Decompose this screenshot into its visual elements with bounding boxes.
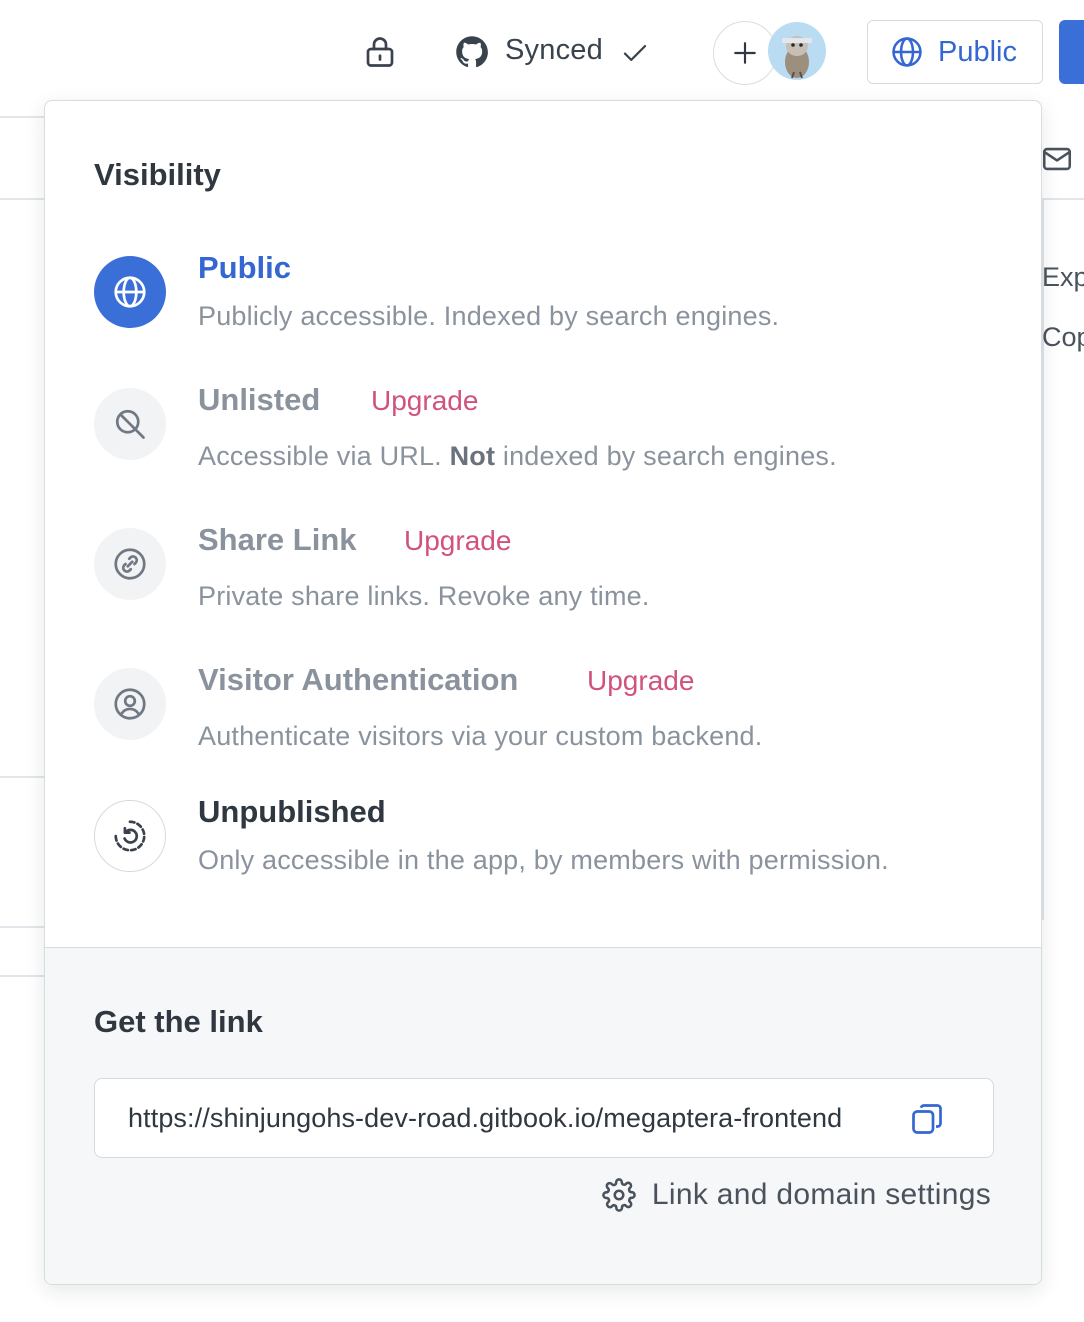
option-icon-wrapper — [94, 256, 166, 328]
visibility-option-public[interactable]: Public Publicly accessible. Indexed by s… — [94, 250, 1014, 336]
option-title: Unlisted — [198, 382, 321, 417]
visibility-popover: Visibility Public Publicly accessible. I… — [44, 100, 1042, 1285]
copy-icon[interactable] — [909, 1101, 945, 1137]
share-url-text[interactable]: https://shinjungohs-dev-road.gitbook.io/… — [128, 1103, 898, 1134]
plus-icon — [734, 42, 756, 64]
option-description: Authenticate visitors via your custom ba… — [198, 721, 763, 751]
revert-icon — [114, 820, 146, 852]
check-icon — [623, 45, 647, 61]
option-description: Private share links. Revoke any time. — [198, 581, 650, 611]
page: Exp Cop Synced — [0, 0, 1084, 1322]
sync-status[interactable]: Synced — [505, 34, 603, 67]
get-link-section: Get the link https://shinjungohs-dev-roa… — [45, 947, 1041, 1284]
popover-title: Visibility — [94, 157, 221, 192]
option-title: Unpublished — [198, 794, 386, 829]
link-domain-settings-button[interactable]: Link and domain settings — [602, 1178, 991, 1212]
option-title: Public — [198, 250, 292, 285]
top-bar: Synced Public — [0, 0, 1084, 104]
search-slash-icon — [115, 409, 145, 439]
gear-icon — [602, 1178, 636, 1212]
globe-icon — [892, 37, 922, 67]
publish-button[interactable] — [1059, 20, 1084, 84]
option-icon-wrapper — [94, 528, 166, 600]
option-description: Accessible via URL. Not indexed by searc… — [198, 441, 837, 472]
user-circle-icon — [114, 688, 146, 720]
description-emphasis: Not — [449, 441, 496, 471]
mail-icon[interactable] — [1040, 142, 1074, 176]
visibility-button[interactable]: Public — [867, 20, 1043, 84]
upgrade-link[interactable]: Upgrade — [587, 665, 694, 697]
option-description: Only accessible in the app, by members w… — [198, 845, 889, 875]
visibility-option-visitor-auth[interactable]: Visitor Authentication Upgrade Authentic… — [94, 662, 1014, 751]
avatar-image — [782, 36, 812, 79]
divider — [0, 926, 44, 928]
section-title: Get the link — [94, 1004, 263, 1039]
avatar[interactable] — [768, 22, 826, 80]
description-text: indexed by search engines. — [495, 441, 837, 471]
divider — [0, 776, 44, 778]
link-icon — [114, 548, 146, 580]
upgrade-link[interactable]: Upgrade — [371, 385, 478, 417]
option-title: Share Link — [198, 522, 357, 557]
option-icon-wrapper — [94, 388, 166, 460]
visibility-button-label: Public — [938, 35, 1017, 68]
divider — [0, 975, 44, 977]
option-icon-wrapper — [94, 668, 166, 740]
option-icon-wrapper — [94, 800, 166, 872]
upgrade-link[interactable]: Upgrade — [404, 525, 511, 557]
background-menu-text[interactable]: Cop — [1042, 322, 1084, 353]
lock-icon[interactable] — [362, 34, 398, 70]
visibility-option-unpublished[interactable]: Unpublished Only accessible in the app, … — [94, 794, 1014, 880]
background-menu-text[interactable]: Exp — [1042, 262, 1084, 293]
divider — [0, 116, 44, 118]
settings-label: Link and domain settings — [651, 1178, 991, 1211]
divider — [0, 198, 44, 200]
divider — [1042, 200, 1044, 920]
visibility-option-unlisted[interactable]: Unlisted Upgrade Accessible via URL. Not… — [94, 382, 1014, 471]
divider — [1042, 198, 1084, 200]
option-description: Publicly accessible. Indexed by search e… — [198, 301, 780, 331]
visibility-option-share-link[interactable]: Share Link Upgrade Private share links. … — [94, 522, 1014, 611]
globe-icon — [114, 276, 146, 308]
share-url-field[interactable]: https://shinjungohs-dev-road.gitbook.io/… — [94, 1078, 994, 1158]
description-text: Accessible via URL. — [198, 441, 450, 471]
option-title: Visitor Authentication — [198, 662, 519, 697]
github-icon[interactable] — [454, 34, 490, 70]
